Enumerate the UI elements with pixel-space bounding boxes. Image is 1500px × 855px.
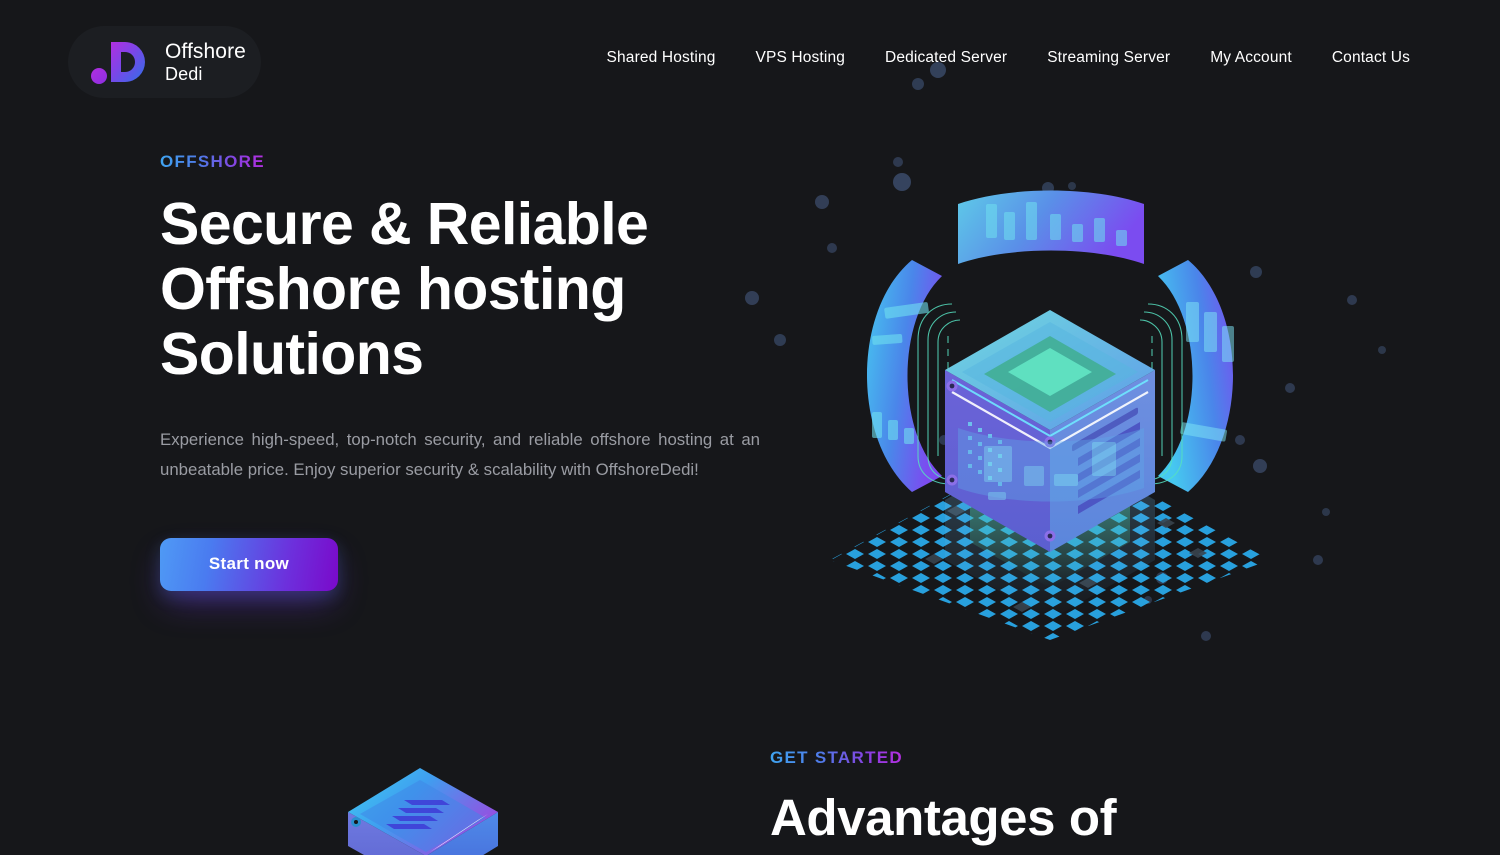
advantages-copy: GET STARTED Advantages of: [770, 748, 1370, 846]
advantages-title: Advantages of: [770, 789, 1117, 846]
nav-item-contact-us[interactable]: Contact Us: [1312, 49, 1430, 67]
hero-eyebrow: OFFSHORE: [160, 152, 265, 171]
hero-illustration: [800, 140, 1300, 650]
logo-d-icon: [90, 37, 152, 87]
hero-copy: OFFSHORE Secure & Reliable Offshore host…: [160, 152, 760, 591]
logo-text-line2: Dedi: [165, 63, 203, 84]
nav-item-streaming-server[interactable]: Streaming Server: [1027, 49, 1190, 67]
nav-item-vps-hosting[interactable]: VPS Hosting: [736, 49, 866, 67]
advantages-eyebrow: GET STARTED: [770, 748, 903, 767]
start-now-button[interactable]: Start now: [160, 537, 338, 591]
advantages-section: GET STARTED Advantages of: [0, 700, 1500, 855]
advantages-illustration: [330, 760, 560, 855]
hero-subtitle: Experience high-speed, top-notch securit…: [160, 429, 760, 480]
logo-text-line1: Offshore: [165, 40, 246, 64]
main-navigation: Shared Hosting VPS Hosting Dedicated Ser…: [587, 49, 1430, 67]
site-header: Offshore Dedi Shared Hosting VPS Hosting…: [0, 0, 1500, 122]
nav-item-my-account[interactable]: My Account: [1190, 49, 1312, 67]
hero-title: Secure & Reliable Offshore hosting Solut…: [160, 191, 649, 387]
nav-item-shared-hosting[interactable]: Shared Hosting: [587, 49, 736, 67]
logo[interactable]: Offshore Dedi: [68, 26, 261, 98]
nav-item-dedicated-server[interactable]: Dedicated Server: [865, 49, 1027, 67]
